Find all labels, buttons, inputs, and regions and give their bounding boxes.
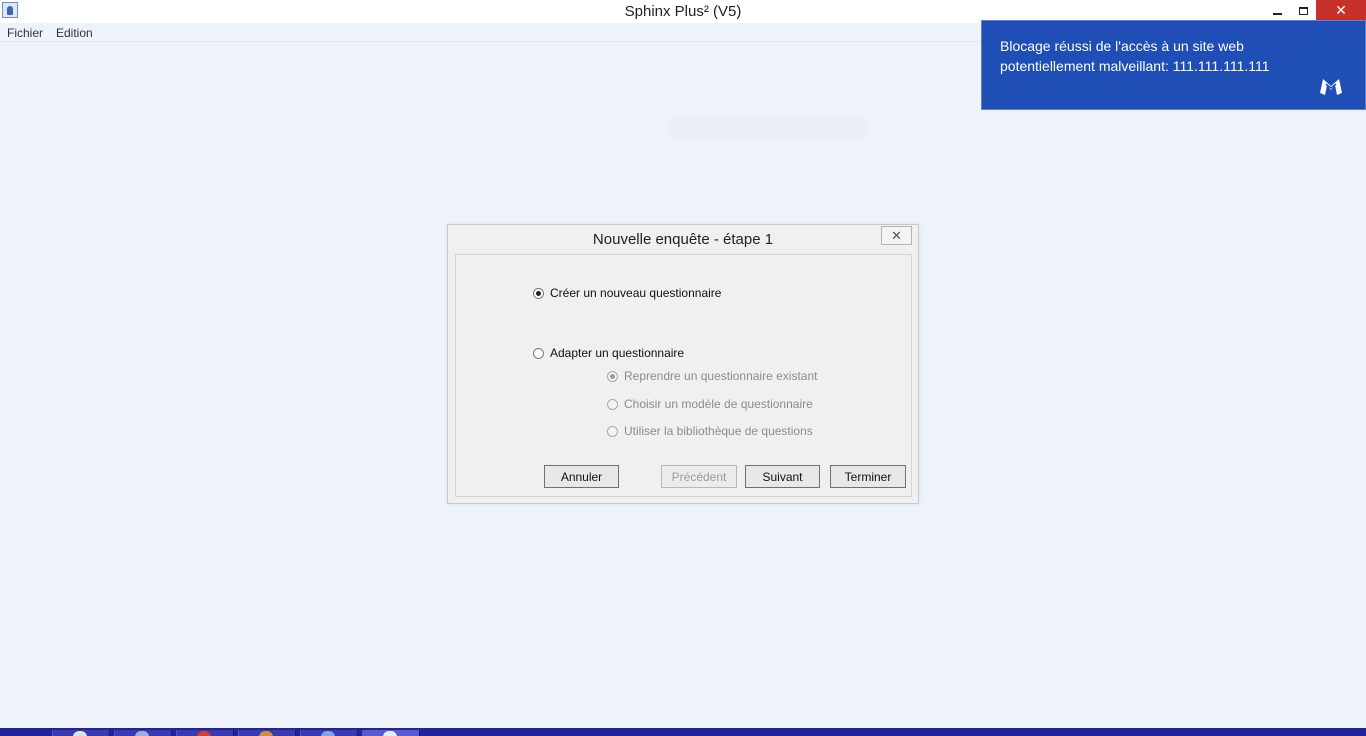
radio-adapt[interactable] xyxy=(533,347,544,359)
explorer-icon xyxy=(135,731,149,736)
notification-text: Blocage réussi de l'accès à un site web … xyxy=(1000,38,1270,74)
options-panel: Créer un nouveau questionnaire Adapter u… xyxy=(455,254,912,497)
menu-fichier[interactable]: Fichier xyxy=(7,26,43,40)
radio-reuse-existing[interactable] xyxy=(607,370,618,382)
option-create-new[interactable]: Créer un nouveau questionnaire xyxy=(533,286,721,300)
restore-button[interactable] xyxy=(1290,0,1316,21)
app-icon-amber xyxy=(259,731,273,736)
taskbar-item-2[interactable] xyxy=(114,730,172,736)
label-choose-model: Choisir un modèle de questionnaire xyxy=(624,397,813,411)
radio-use-library[interactable] xyxy=(607,425,618,437)
taskbar-item-4[interactable] xyxy=(238,730,296,736)
taskbar-item-5[interactable] xyxy=(300,730,358,736)
label-create-new: Créer un nouveau questionnaire xyxy=(550,286,722,300)
browser-icon xyxy=(73,731,87,736)
window-title: Sphinx Plus² (V5) xyxy=(624,3,742,20)
option-use-library[interactable]: Utiliser la bibliothèque de questions xyxy=(607,424,813,438)
dialog-close-button[interactable]: ✕ xyxy=(881,226,912,245)
close-window-button[interactable]: ✕ xyxy=(1316,0,1366,21)
new-survey-dialog: Nouvelle enquête - étape 1 ✕ Créer un no… xyxy=(447,224,919,504)
label-use-library: Utiliser la bibliothèque de questions xyxy=(624,424,813,438)
dialog-title: Nouvelle enquête - étape 1 xyxy=(592,231,774,248)
ghost-overlay xyxy=(668,118,866,138)
taskbar xyxy=(0,728,1366,736)
app-icon-red xyxy=(197,731,211,736)
app-icon-blue xyxy=(321,731,335,736)
security-notification[interactable]: Blocage réussi de l'accès à un site web … xyxy=(981,20,1366,110)
option-reuse-existing[interactable]: Reprendre un questionnaire existant xyxy=(607,369,817,383)
sphinx-icon xyxy=(383,731,397,736)
restore-icon xyxy=(1298,6,1308,15)
next-button[interactable]: Suivant xyxy=(745,465,820,488)
option-choose-model[interactable]: Choisir un modèle de questionnaire xyxy=(607,397,813,411)
menu-edition[interactable]: Edition xyxy=(56,26,93,40)
finish-button[interactable]: Terminer xyxy=(830,465,906,488)
radio-choose-model[interactable] xyxy=(607,398,618,410)
previous-button[interactable]: Précédent xyxy=(661,465,737,488)
taskbar-item-3[interactable] xyxy=(176,730,234,736)
option-adapt[interactable]: Adapter un questionnaire xyxy=(533,346,684,360)
malwarebytes-logo-icon xyxy=(1317,72,1345,100)
minimize-icon xyxy=(1272,12,1282,15)
radio-create-new[interactable] xyxy=(533,287,544,299)
close-icon: ✕ xyxy=(891,227,902,243)
taskbar-item-1[interactable] xyxy=(52,730,110,736)
label-reuse-existing: Reprendre un questionnaire existant xyxy=(624,369,818,383)
cancel-button[interactable]: Annuler xyxy=(544,465,619,488)
taskbar-item-6-active[interactable] xyxy=(362,730,420,736)
close-icon: ✕ xyxy=(1335,2,1347,18)
minimize-button[interactable] xyxy=(1264,0,1290,21)
label-adapt: Adapter un questionnaire xyxy=(550,346,685,360)
